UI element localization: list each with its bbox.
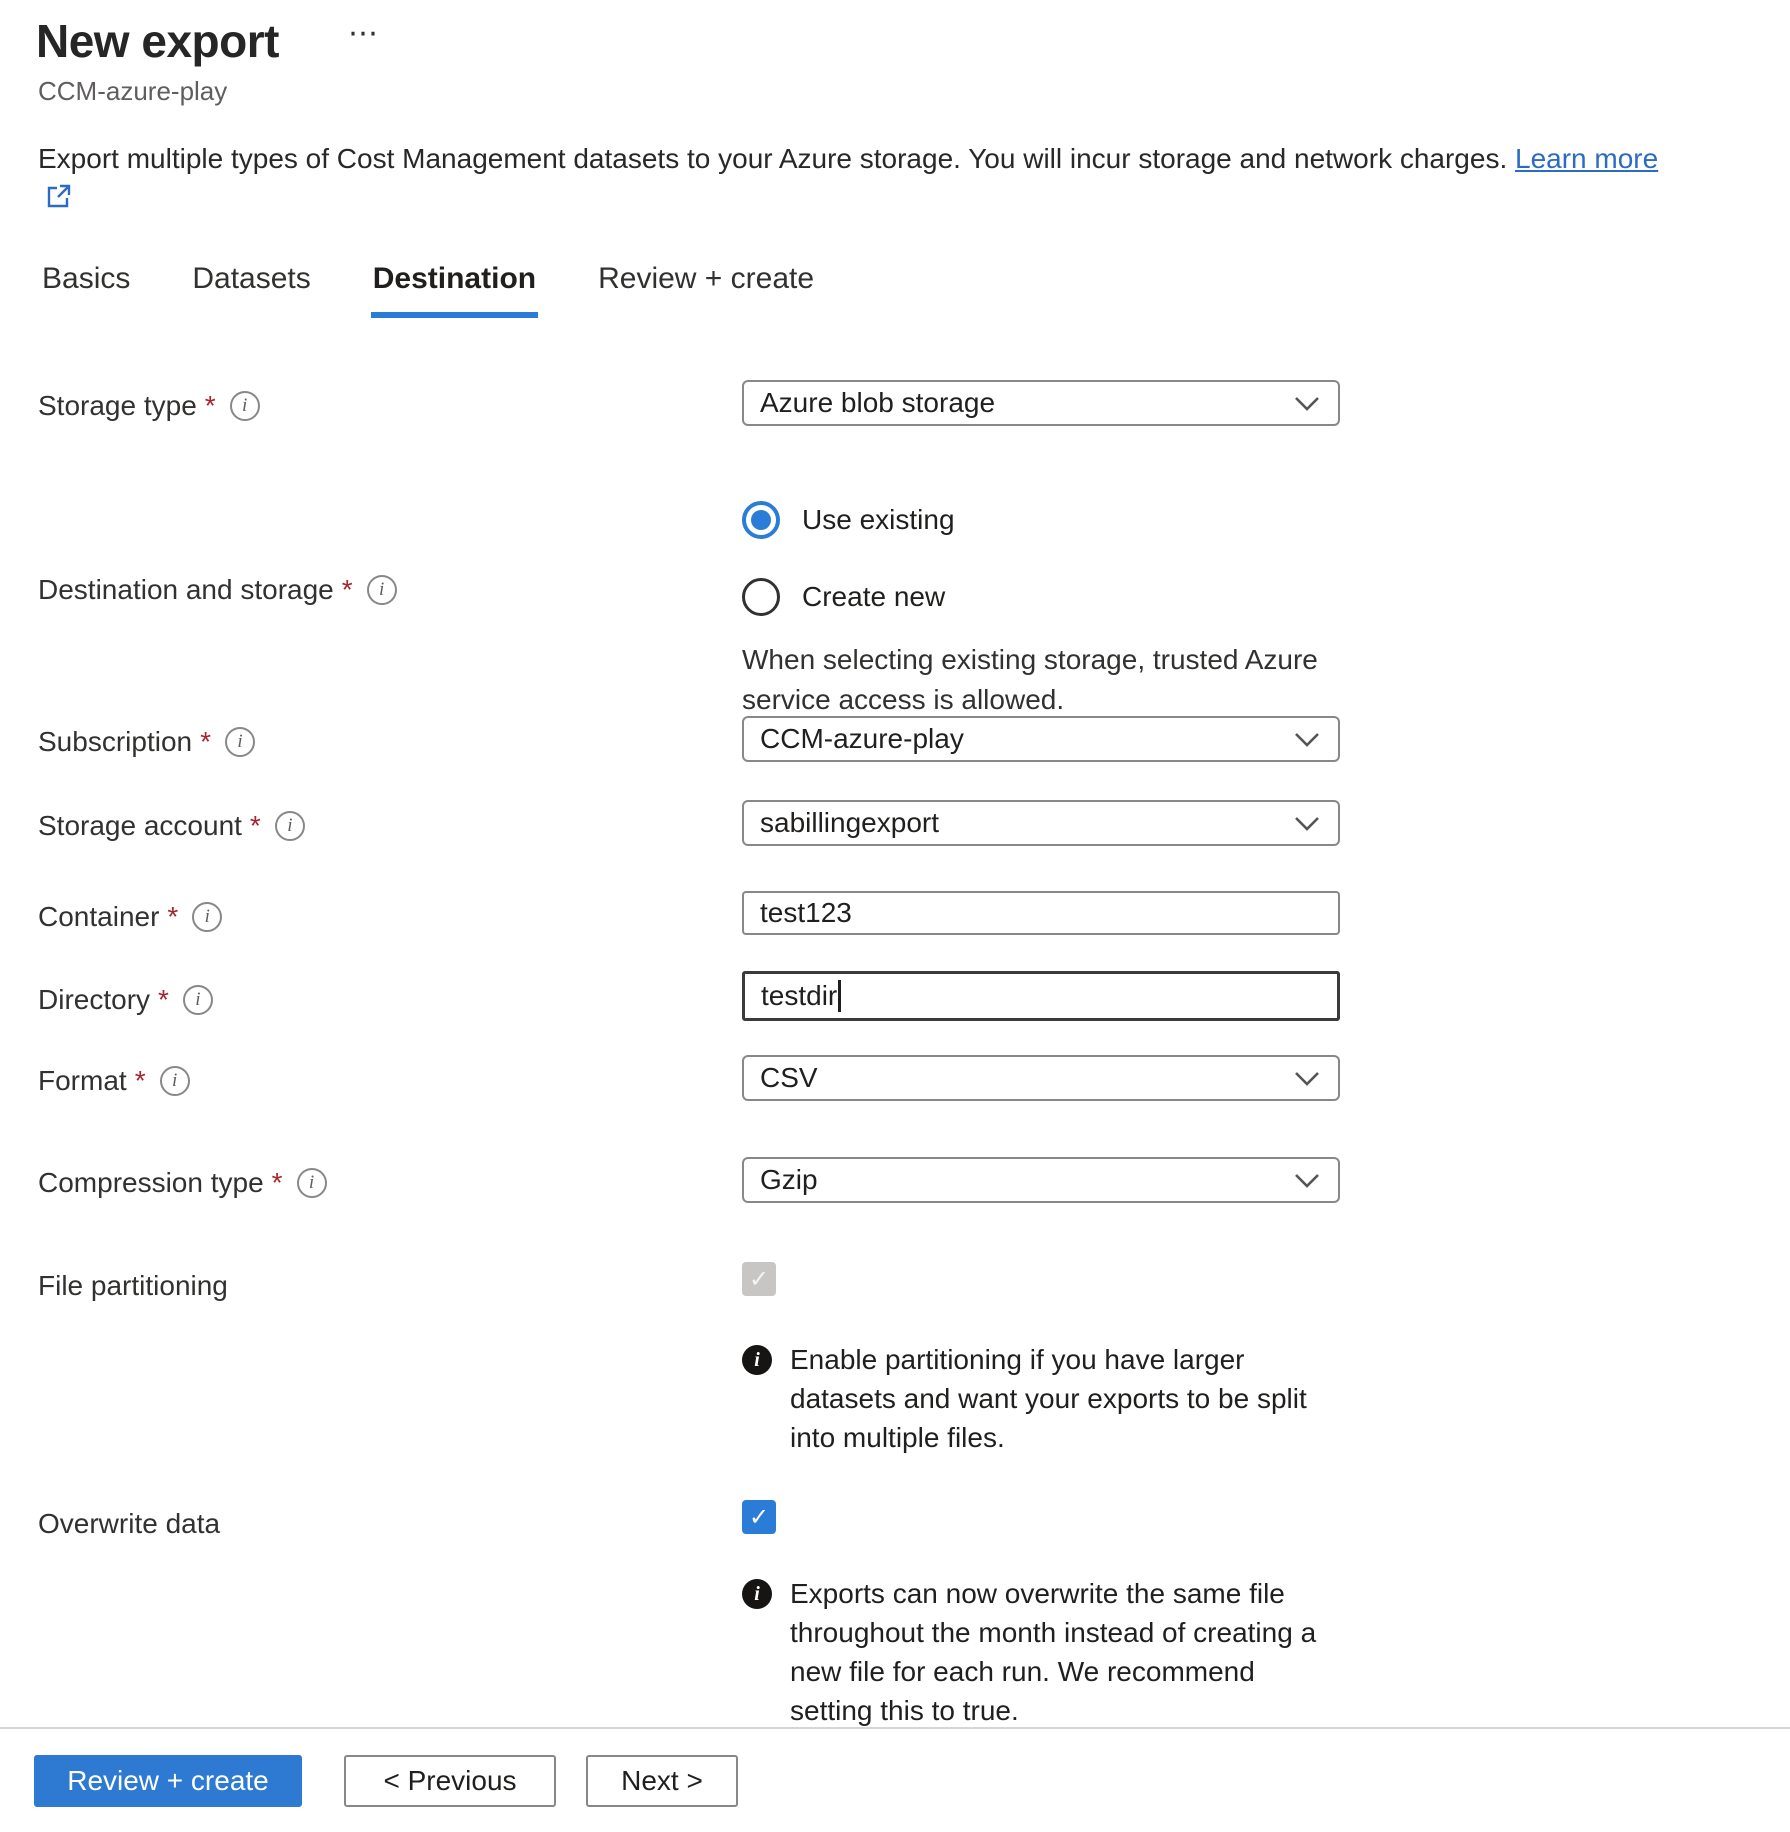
footer-divider [0,1727,1790,1729]
required-marker: * [158,984,169,1016]
file-partitioning-label: File partitioning [38,1270,228,1302]
overwrite-data-info: i Exports can now overwrite the same fil… [742,1574,1342,1730]
storage-account-label: Storage account * i [38,810,305,842]
info-icon[interactable]: i [183,985,213,1015]
tab-review-create[interactable]: Review + create [596,262,816,318]
external-link-icon [46,181,72,219]
radio-use-existing[interactable]: Use existing [742,501,955,539]
radio-create-new-label: Create new [802,581,945,613]
format-value: CSV [760,1062,818,1094]
storage-type-value: Azure blob storage [760,387,995,419]
text-cursor [838,980,841,1012]
chevron-down-icon [1294,387,1320,419]
container-label: Container * i [38,901,222,933]
file-partitioning-info: i Enable partitioning if you have larger… [742,1340,1342,1457]
directory-label: Directory * i [38,984,213,1016]
chevron-down-icon [1294,1062,1320,1094]
learn-more-link[interactable]: Learn more [1515,143,1658,174]
subscription-dropdown[interactable]: CCM-azure-play [742,716,1340,762]
tab-bar: Basics Datasets Destination Review + cre… [40,262,816,318]
storage-account-label-text: Storage account [38,810,242,842]
tab-destination[interactable]: Destination [371,262,538,318]
required-marker: * [135,1065,146,1097]
page-subtitle: CCM-azure-play [38,76,227,107]
compression-type-dropdown[interactable]: Gzip [742,1157,1340,1203]
compression-type-label-text: Compression type [38,1167,264,1199]
format-label-text: Format [38,1065,127,1097]
required-marker: * [250,810,261,842]
info-icon[interactable]: i [230,391,260,421]
required-marker: * [167,901,178,933]
file-partitioning-info-text: Enable partitioning if you have larger d… [790,1340,1342,1457]
info-icon[interactable]: i [275,811,305,841]
compression-type-value: Gzip [760,1164,818,1196]
chevron-down-icon [1294,723,1320,755]
required-marker: * [342,574,353,606]
container-label-text: Container [38,901,159,933]
required-marker: * [205,390,216,422]
compression-type-label: Compression type * i [38,1167,327,1199]
storage-type-dropdown[interactable]: Azure blob storage [742,380,1340,426]
required-marker: * [272,1167,283,1199]
container-value: test123 [760,897,852,929]
next-button[interactable]: Next > [586,1755,738,1807]
more-menu-icon[interactable]: ⋯ [348,16,381,51]
destination-storage-label-text: Destination and storage [38,574,334,606]
tab-basics[interactable]: Basics [40,262,132,318]
overwrite-data-label-text: Overwrite data [38,1508,220,1540]
info-filled-icon: i [742,1579,772,1609]
storage-account-value: sabillingexport [760,807,939,839]
chevron-down-icon [1294,807,1320,839]
subscription-value: CCM-azure-play [760,723,964,755]
overwrite-data-label: Overwrite data [38,1508,220,1540]
chevron-down-icon [1294,1164,1320,1196]
info-icon[interactable]: i [160,1066,190,1096]
format-label: Format * i [38,1065,190,1097]
file-partitioning-checkbox: ✓ [742,1262,776,1296]
radio-create-new[interactable]: Create new [742,578,945,616]
storage-type-label-text: Storage type [38,390,197,422]
container-input[interactable]: test123 [742,891,1340,935]
description-text: Export multiple types of Cost Management… [38,143,1507,174]
info-filled-icon: i [742,1345,772,1375]
info-icon[interactable]: i [297,1168,327,1198]
radio-use-existing-label: Use existing [802,504,955,536]
directory-value: testdir [761,980,837,1012]
overwrite-data-info-text: Exports can now overwrite the same file … [790,1574,1342,1730]
page-description: Export multiple types of Cost Management… [38,140,1688,219]
destination-storage-helper: When selecting existing storage, trusted… [742,640,1332,720]
previous-button[interactable]: < Previous [344,1755,556,1807]
subscription-label: Subscription * i [38,726,255,758]
review-create-button[interactable]: Review + create [34,1755,302,1807]
info-icon[interactable]: i [192,902,222,932]
directory-label-text: Directory [38,984,150,1016]
tab-datasets[interactable]: Datasets [190,262,312,318]
radio-unselected-icon [742,578,780,616]
storage-type-label: Storage type * i [38,390,260,422]
info-icon[interactable]: i [225,727,255,757]
required-marker: * [200,726,211,758]
destination-storage-label: Destination and storage * i [38,574,397,606]
file-partitioning-label-text: File partitioning [38,1270,228,1302]
format-dropdown[interactable]: CSV [742,1055,1340,1101]
page-title: New export [36,14,279,68]
directory-input[interactable]: testdir [742,971,1340,1021]
storage-account-dropdown[interactable]: sabillingexport [742,800,1340,846]
info-icon[interactable]: i [367,575,397,605]
subscription-label-text: Subscription [38,726,192,758]
overwrite-data-checkbox[interactable]: ✓ [742,1500,776,1534]
radio-selected-icon [742,501,780,539]
